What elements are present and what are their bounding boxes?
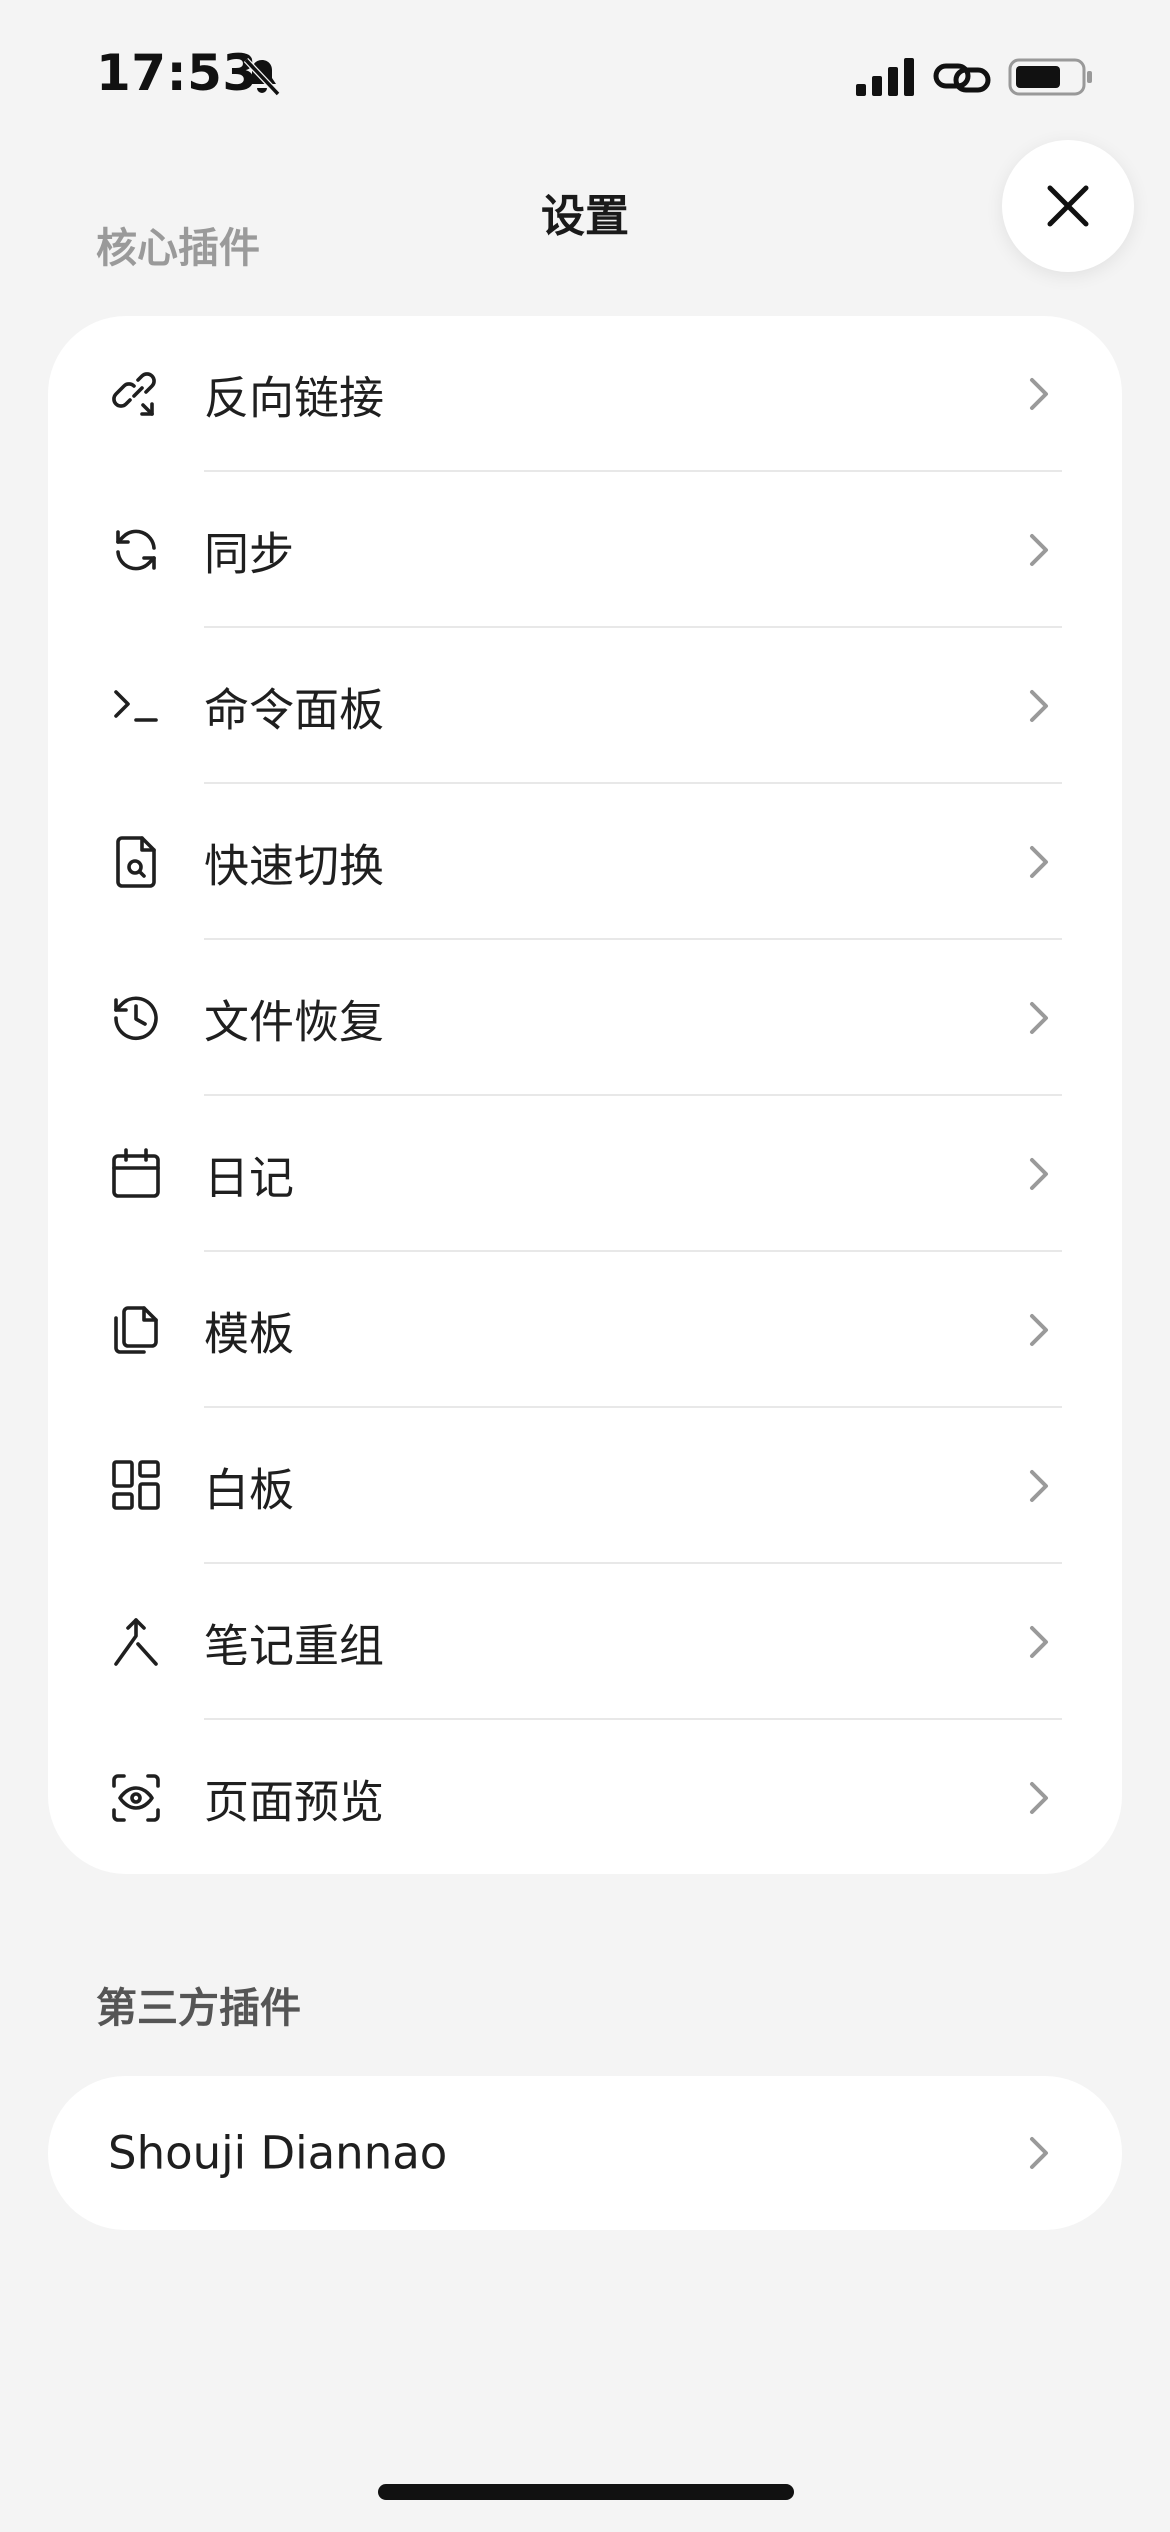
chevron-right-icon <box>1030 2137 1048 2169</box>
row-quick-switcher[interactable]: 快速切换 <box>48 784 1122 940</box>
chevron-right-icon <box>1030 1314 1048 1346</box>
row-sync[interactable]: 同步 <box>48 472 1122 628</box>
row-file-recovery[interactable]: 文件恢复 <box>48 940 1122 1096</box>
row-label: 白板 <box>204 1463 295 1517</box>
merge-icon <box>108 1614 164 1670</box>
section-label-core-plugins: 核心插件 <box>96 224 260 272</box>
home-indicator[interactable] <box>378 2484 794 2500</box>
row-label: Shouji Diannao <box>108 2126 448 2180</box>
third-party-plugins-card: Shouji Diannao <box>48 2076 1122 2230</box>
backlink-icon <box>108 366 164 422</box>
chevron-right-icon <box>1030 846 1048 878</box>
terminal-icon <box>108 678 164 734</box>
chevron-right-icon <box>1030 1626 1048 1658</box>
files-icon <box>108 1302 164 1358</box>
chevron-right-icon <box>1030 1782 1048 1814</box>
link-icon <box>933 63 991 93</box>
row-label: 日记 <box>204 1151 295 1205</box>
signal-icon <box>856 58 914 96</box>
chevron-right-icon <box>1030 1002 1048 1034</box>
sync-icon <box>108 522 164 578</box>
row-label: 笔记重组 <box>204 1619 385 1673</box>
close-icon <box>1047 185 1089 227</box>
core-plugins-card: 反向链接 同步 命令面板 快速切换 文件恢复 日记 模板 白板 笔记重组 页面预… <box>48 316 1122 1874</box>
layout-dashboard-icon <box>108 1458 164 1514</box>
chevron-right-icon <box>1030 690 1048 722</box>
file-search-icon <box>108 834 164 890</box>
row-note-composer[interactable]: 笔记重组 <box>48 1564 1122 1720</box>
chevron-right-icon <box>1030 378 1048 410</box>
row-shouji-diannao[interactable]: Shouji Diannao <box>48 2076 1122 2230</box>
status-time: 17:53 <box>96 44 258 102</box>
chevron-right-icon <box>1030 534 1048 566</box>
settings-screen: 17:53 设置 核心插件 反向链接 同步 命令面板 快速切换 文件恢复 日记 … <box>0 0 1170 2532</box>
row-backlinks[interactable]: 反向链接 <box>48 316 1122 472</box>
close-button[interactable] <box>1002 140 1134 272</box>
section-label-third-party-plugins: 第三方插件 <box>96 1984 301 2032</box>
calendar-icon <box>108 1146 164 1202</box>
row-label: 命令面板 <box>204 683 385 737</box>
scan-eye-icon <box>108 1770 164 1826</box>
row-label: 反向链接 <box>204 371 385 425</box>
row-templates[interactable]: 模板 <box>48 1252 1122 1408</box>
row-label: 快速切换 <box>204 839 385 893</box>
row-label: 页面预览 <box>204 1775 385 1829</box>
row-page-preview[interactable]: 页面预览 <box>48 1720 1122 1876</box>
row-label: 模板 <box>204 1307 295 1361</box>
history-icon <box>108 990 164 1046</box>
row-daily-notes[interactable]: 日记 <box>48 1096 1122 1252</box>
chevron-right-icon <box>1030 1470 1048 1502</box>
row-canvas[interactable]: 白板 <box>48 1408 1122 1564</box>
battery-icon <box>1008 58 1092 96</box>
bell-slash-icon <box>243 57 281 97</box>
row-label: 同步 <box>204 527 295 581</box>
status-bar: 17:53 <box>0 0 1170 140</box>
row-command-palette[interactable]: 命令面板 <box>48 628 1122 784</box>
row-label: 文件恢复 <box>204 995 385 1049</box>
chevron-right-icon <box>1030 1158 1048 1190</box>
